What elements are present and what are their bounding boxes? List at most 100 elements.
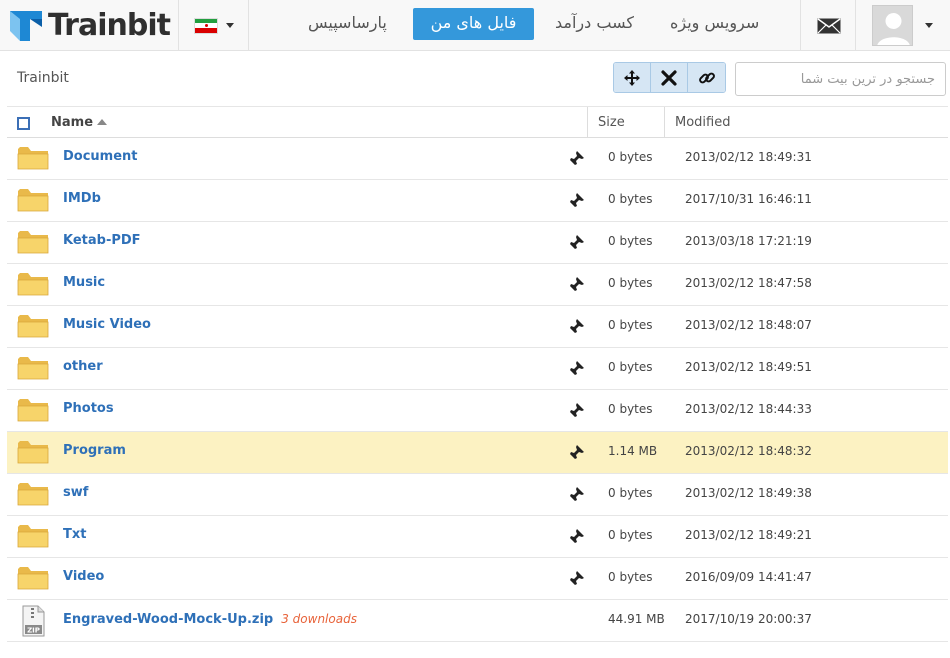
table-row[interactable]: Txt 0 bytes 2013/02/12 18:49:21 bbox=[7, 516, 948, 558]
file-size: 0 bytes bbox=[608, 150, 653, 164]
file-name-link[interactable]: Program bbox=[63, 432, 126, 474]
move-button[interactable] bbox=[614, 63, 651, 92]
move-icon bbox=[624, 69, 640, 86]
file-name-link[interactable]: Ketab-PDF bbox=[63, 222, 141, 264]
file-size: 0 bytes bbox=[608, 318, 653, 332]
file-actions-toolbar bbox=[613, 62, 726, 93]
file-name-link[interactable]: Txt bbox=[63, 516, 86, 558]
table-row[interactable]: ZIP Engraved-Wood-Mock-Up.zip 3 downloads 4… bbox=[7, 600, 948, 642]
file-name-link[interactable]: other bbox=[63, 348, 103, 390]
nav-item-earn-money[interactable]: کسب درآمد bbox=[555, 8, 634, 40]
envelope-icon bbox=[817, 17, 840, 33]
folder-icon bbox=[17, 273, 49, 296]
pin-icon bbox=[568, 403, 584, 419]
table-row[interactable]: Document 0 bytes 2013/02/12 18:49:31 bbox=[7, 138, 948, 180]
link-icon bbox=[698, 72, 715, 83]
select-all-checkbox[interactable] bbox=[17, 117, 30, 130]
table-row[interactable]: Photos 0 bytes 2013/02/12 18:44:33 bbox=[7, 390, 948, 432]
file-name: Video bbox=[63, 569, 105, 584]
file-size: 0 bytes bbox=[608, 360, 653, 374]
file-name-link[interactable]: Document bbox=[63, 138, 138, 180]
file-modified: 2013/03/18 17:21:19 bbox=[685, 234, 812, 248]
share-link-button[interactable] bbox=[688, 63, 725, 92]
brand-logo[interactable]: Trainbit bbox=[6, 3, 171, 47]
user-avatar-icon bbox=[872, 5, 913, 46]
file-modified: 2013/02/12 18:48:32 bbox=[685, 444, 812, 458]
file-name: Photos bbox=[63, 401, 114, 416]
messages-button[interactable] bbox=[801, 0, 856, 51]
pin-icon bbox=[568, 235, 584, 251]
folder-icon bbox=[17, 399, 49, 422]
file-name-link[interactable]: Photos bbox=[63, 390, 114, 432]
delete-button[interactable] bbox=[651, 63, 688, 92]
table-row[interactable]: Program 1.14 MB 2013/02/12 18:48:32 bbox=[7, 432, 948, 474]
language-selector[interactable] bbox=[179, 0, 249, 51]
column-divider[interactable] bbox=[587, 107, 588, 138]
pin-icon bbox=[568, 487, 584, 503]
trainbit-logo-icon bbox=[10, 11, 42, 41]
file-modified: 2013/02/12 18:49:31 bbox=[685, 150, 812, 164]
zip-file-icon: ZIP bbox=[22, 605, 45, 637]
file-size: 1.14 MB bbox=[608, 444, 658, 458]
breadcrumb[interactable]: Trainbit bbox=[17, 70, 69, 86]
folder-icon bbox=[17, 357, 49, 380]
file-modified: 2017/10/19 20:00:37 bbox=[685, 612, 812, 626]
navbar-divider bbox=[248, 0, 249, 51]
column-header-size[interactable]: Size bbox=[598, 107, 625, 138]
folder-icon bbox=[17, 441, 49, 464]
user-menu[interactable] bbox=[856, 0, 950, 51]
chevron-down-icon bbox=[925, 23, 933, 28]
nav-item-premium-service[interactable]: سرویس ویژه bbox=[670, 8, 759, 40]
pin-icon bbox=[568, 277, 584, 293]
table-row[interactable]: Music 0 bytes 2013/02/12 18:47:58 bbox=[7, 264, 948, 306]
file-modified: 2013/02/12 18:49:38 bbox=[685, 486, 812, 500]
file-size: 0 bytes bbox=[608, 528, 653, 542]
column-header-modified[interactable]: Modified bbox=[675, 107, 730, 138]
table-row[interactable]: Video 0 bytes 2016/09/09 14:41:47 bbox=[7, 558, 948, 600]
file-name-link[interactable]: Video bbox=[63, 558, 104, 600]
file-size: 0 bytes bbox=[608, 192, 653, 206]
top-navbar: Trainbit پارساسپیس فایل های من کسب درآمد… bbox=[0, 0, 950, 51]
file-name: Ketab-PDF bbox=[63, 233, 141, 248]
file-modified: 2016/09/09 14:41:47 bbox=[685, 570, 812, 584]
delete-icon bbox=[661, 69, 677, 86]
file-size: 0 bytes bbox=[608, 276, 653, 290]
table-row[interactable]: Ketab-PDF 0 bytes 2013/03/18 17:21:19 bbox=[7, 222, 948, 264]
pin-icon bbox=[568, 193, 584, 209]
table-row[interactable]: IMDb 0 bytes 2017/10/31 16:46:11 bbox=[7, 180, 948, 222]
file-name-link[interactable]: swf bbox=[63, 474, 88, 516]
file-size: 0 bytes bbox=[608, 234, 653, 248]
sort-ascending-icon bbox=[97, 119, 108, 125]
column-header-name[interactable]: Name bbox=[51, 107, 108, 138]
file-name-link[interactable]: Music bbox=[63, 264, 105, 306]
file-modified: 2013/02/12 18:47:58 bbox=[685, 276, 812, 290]
pin-icon bbox=[568, 319, 584, 335]
folder-icon bbox=[17, 525, 49, 548]
folder-icon bbox=[17, 315, 49, 338]
pin-icon bbox=[568, 361, 584, 377]
file-name: swf bbox=[63, 485, 89, 500]
search-input[interactable] bbox=[735, 62, 946, 96]
file-name-link[interactable]: IMDb bbox=[63, 180, 101, 222]
iran-flag-icon bbox=[194, 17, 218, 34]
file-size: 0 bytes bbox=[608, 570, 653, 584]
file-list: Document 0 bytes 2013/02/12 18:49:31 IMDb 0 … bbox=[7, 138, 948, 642]
file-modified: 2013/02/12 18:48:07 bbox=[685, 318, 812, 332]
table-header: Name Size Modified bbox=[7, 106, 948, 138]
download-count: 3 downloads bbox=[281, 612, 357, 626]
table-row[interactable]: swf 0 bytes 2013/02/12 18:49:38 bbox=[7, 474, 948, 516]
file-modified: 2013/02/12 18:49:51 bbox=[685, 360, 812, 374]
file-name-link[interactable]: Music Video bbox=[63, 306, 151, 348]
table-row[interactable]: Music Video 0 bytes 2013/02/12 18:48:07 bbox=[7, 306, 948, 348]
nav-item-parsaspace[interactable]: پارساسپیس bbox=[308, 8, 387, 40]
file-name: Music bbox=[63, 275, 106, 290]
file-name: IMDb bbox=[63, 191, 101, 206]
table-row[interactable]: other 0 bytes 2013/02/12 18:49:51 bbox=[7, 348, 948, 390]
folder-icon bbox=[17, 483, 49, 506]
file-modified: 2017/10/31 16:46:11 bbox=[685, 192, 812, 206]
file-name-link[interactable]: Engraved-Wood-Mock-Up.zip 3 downloads bbox=[63, 600, 357, 642]
column-divider[interactable] bbox=[664, 107, 665, 138]
file-table: Name Size Modified Document 0 bytes 2013/0… bbox=[7, 106, 948, 642]
folder-icon bbox=[17, 567, 49, 590]
nav-item-my-files[interactable]: فایل های من bbox=[413, 8, 534, 40]
